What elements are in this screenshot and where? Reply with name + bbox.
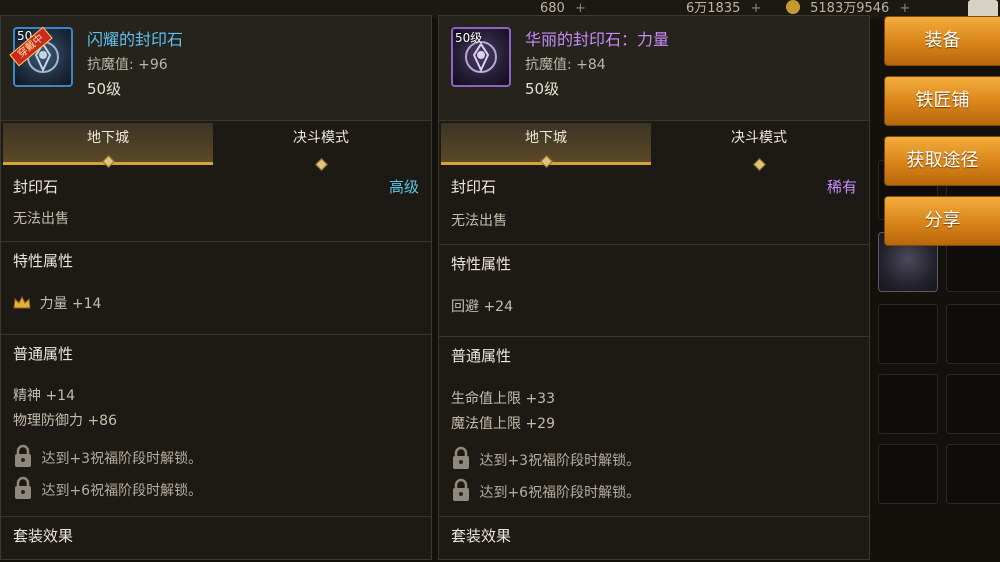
- lock-icon: [453, 446, 469, 469]
- common-section-header: 普通属性: [1, 334, 431, 370]
- tooltip-header: 50 穿戴中 闪耀的封印石 抗魔值: +96 50级: [1, 16, 431, 121]
- trait-value-row: 力量 +14: [13, 293, 101, 313]
- common-stat: 魔法值上限 +29: [451, 416, 555, 432]
- currency-2-value: 6万1835: [686, 1, 741, 16]
- currency-1-value: 680: [540, 1, 565, 16]
- currency-1-plus[interactable]: +: [575, 1, 586, 16]
- mode-tabs: 地下城 决斗模式: [1, 123, 431, 171]
- lock-row: 达到+3祝福阶段时解锁。: [13, 444, 202, 468]
- crown-icon: [13, 296, 31, 309]
- item-level: 50级: [87, 80, 122, 98]
- item-name: 华丽的封印石：力量: [525, 30, 670, 49]
- lock-icon: [453, 478, 469, 501]
- set-section-header: 套装效果: [439, 516, 869, 552]
- diamond-icon: [315, 158, 328, 171]
- inventory-slot[interactable]: [946, 304, 1000, 364]
- inventory-slot[interactable]: [878, 444, 938, 504]
- coin-icon: [786, 0, 800, 14]
- tab-dungeon[interactable]: 地下城: [3, 123, 213, 168]
- trait-value: 回避 +24: [451, 299, 513, 315]
- item-magic-resist: 抗魔值: +96: [87, 57, 168, 73]
- tab-pvp[interactable]: 决斗模式: [653, 123, 865, 171]
- item-name: 闪耀的封印石: [87, 30, 184, 49]
- common-stat: 生命值上限 +33: [451, 391, 555, 407]
- inventory-slot[interactable]: [878, 374, 938, 434]
- lock-row: 达到+6祝福阶段时解锁。: [13, 476, 202, 500]
- compare-item-tooltip: 50级 华丽的封印石：力量 抗魔值: +84 50级 地下城 决斗模式 封印石 …: [438, 15, 870, 560]
- equipped-item-tooltip: 50 穿戴中 闪耀的封印石 抗魔值: +96 50级 地下城 决斗模式 封印石 …: [0, 15, 432, 560]
- item-magic-resist: 抗魔值: +84: [525, 57, 606, 73]
- lock-text: 达到+6祝福阶段时解锁。: [41, 483, 203, 499]
- common-section-header: 普通属性: [439, 336, 869, 372]
- currency-3-plus[interactable]: +: [899, 1, 910, 16]
- diamond-icon: [753, 158, 766, 171]
- inventory-slot[interactable]: [946, 444, 1000, 504]
- trait-section-header: 特性属性: [439, 244, 869, 280]
- lock-text: 达到+6祝福阶段时解锁。: [479, 485, 641, 501]
- lock-row: 达到+6祝福阶段时解锁。: [451, 478, 640, 502]
- lock-text: 达到+3祝福阶段时解锁。: [41, 451, 203, 467]
- lock-text: 达到+3祝福阶段时解锁。: [479, 453, 641, 469]
- item-grade: 稀有: [826, 178, 857, 196]
- tab-dungeon[interactable]: 地下城: [441, 123, 651, 168]
- lock-row: 达到+3祝福阶段时解锁。: [451, 446, 640, 470]
- item-grade: 高级: [388, 178, 419, 196]
- seal-stone-icon: 50级: [451, 27, 511, 87]
- sell-note: 无法出售: [13, 211, 69, 227]
- trait-section-header: 特性属性: [1, 241, 431, 277]
- inventory-slot[interactable]: [946, 374, 1000, 434]
- lock-icon: [15, 476, 31, 499]
- tab-pvp[interactable]: 决斗模式: [215, 123, 427, 171]
- tab-label: 决斗模式: [731, 130, 787, 146]
- diamond-icon: [102, 155, 115, 168]
- equip-button[interactable]: 装备: [884, 16, 1000, 66]
- trait-value: 力量 +14: [39, 296, 102, 312]
- mode-tabs: 地下城 决斗模式: [439, 123, 869, 171]
- item-level: 50级: [525, 80, 560, 98]
- lock-icon: [15, 444, 31, 467]
- tab-label: 地下城: [525, 130, 567, 146]
- common-title: 普通属性: [451, 347, 512, 365]
- item-level-badge: 50级: [455, 31, 483, 45]
- set-section-header: 套装效果: [1, 516, 431, 552]
- share-button[interactable]: 分享: [884, 196, 1000, 246]
- item-type: 封印石: [13, 178, 59, 196]
- tab-label: 决斗模式: [293, 130, 349, 146]
- diamond-icon: [540, 155, 553, 168]
- trait-title: 特性属性: [451, 255, 512, 273]
- currency-2-plus[interactable]: +: [751, 1, 762, 16]
- obtain-method-button[interactable]: 获取途径: [884, 136, 1000, 186]
- tooltip-header: 50级 华丽的封印石：力量 抗魔值: +84 50级: [439, 16, 869, 121]
- common-title: 普通属性: [13, 345, 74, 363]
- common-stat: 精神 +14: [13, 388, 75, 404]
- inventory-slot[interactable]: [878, 304, 938, 364]
- currency-3-value: 5183万9546: [810, 1, 890, 16]
- seal-stone-icon: 50 穿戴中: [9, 26, 73, 87]
- common-stat: 物理防御力 +86: [13, 413, 117, 429]
- sell-note: 无法出售: [451, 213, 507, 229]
- item-type: 封印石: [451, 178, 497, 196]
- tab-label: 地下城: [87, 130, 129, 146]
- set-title: 套装效果: [13, 527, 74, 545]
- set-title: 套装效果: [451, 527, 512, 545]
- trait-title: 特性属性: [13, 252, 74, 270]
- blacksmith-button[interactable]: 铁匠铺: [884, 76, 1000, 126]
